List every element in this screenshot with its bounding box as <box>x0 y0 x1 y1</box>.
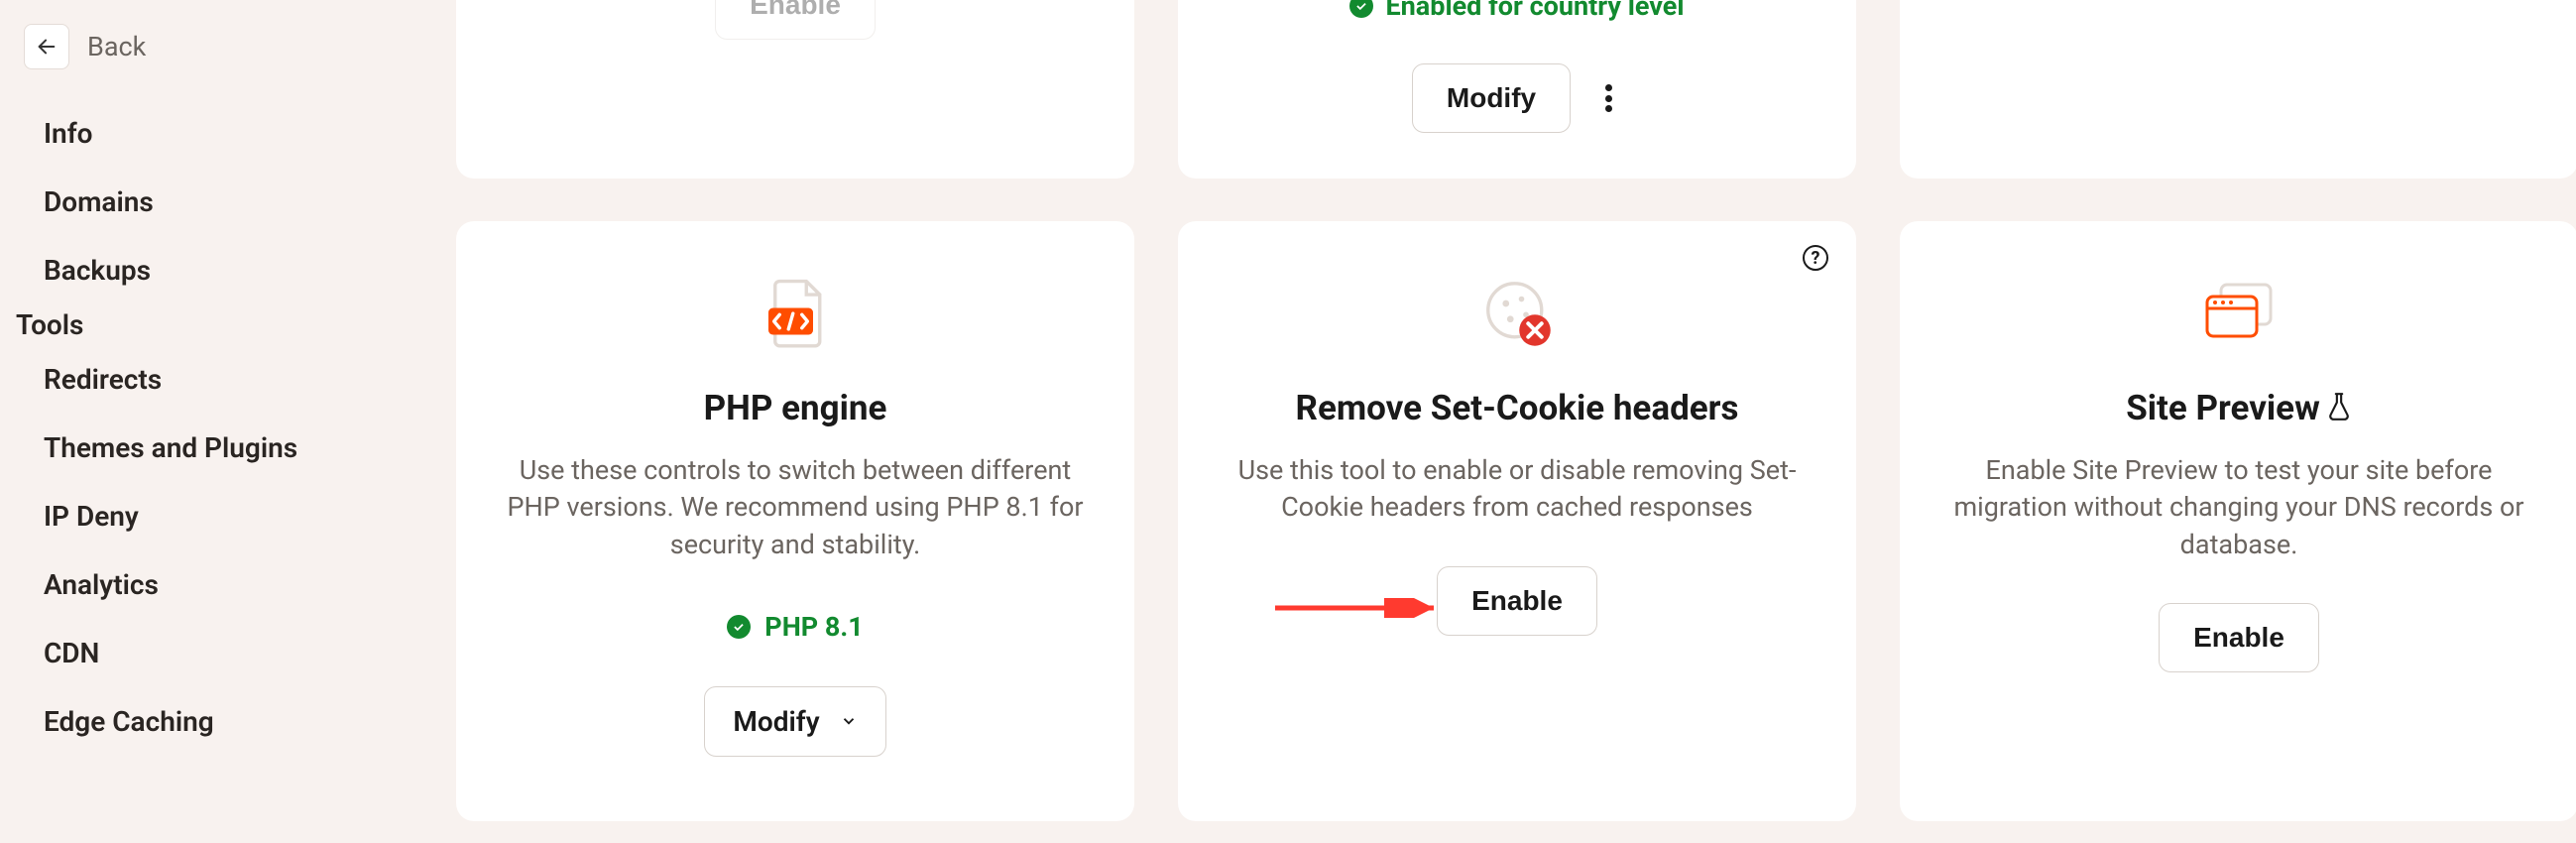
back-label: Back <box>87 31 146 62</box>
sidebar-item-ip-deny[interactable]: IP Deny <box>0 482 456 550</box>
remove-cookie-card: ? Remove Set-Cookie headers Use this too… <box>1178 221 1856 821</box>
sidebar-nav: Info Domains Backups Tools Redirects The… <box>0 99 456 756</box>
php-status: PHP 8.1 <box>727 611 863 643</box>
geolocation-status: Enabled for country level <box>1349 0 1684 22</box>
top-card-2-modify-button[interactable]: Modify <box>1412 63 1571 133</box>
sidebar-item-backups[interactable]: Backups <box>0 236 456 304</box>
chevron-down-icon <box>840 712 858 730</box>
back-row: Back <box>0 14 456 99</box>
sidebar-item-cdn[interactable]: CDN <box>0 619 456 687</box>
check-circle-icon <box>1349 0 1373 18</box>
remove-cookie-enable-button[interactable]: Enable <box>1437 566 1597 636</box>
php-engine-desc: Use these controls to switch between dif… <box>456 452 1134 563</box>
php-modify-dropdown[interactable]: Modify <box>704 686 885 757</box>
sidebar-item-analytics[interactable]: Analytics <box>0 550 456 619</box>
php-file-icon <box>760 277 831 348</box>
geolocation-status-text: Enabled for country level <box>1385 0 1684 22</box>
sidebar-item-tools[interactable]: Tools <box>16 308 440 341</box>
help-icon[interactable]: ? <box>1803 245 1828 271</box>
remove-cookie-desc: Use this tool to enable or disable remov… <box>1178 452 1856 527</box>
sidebar: Back Info Domains Backups Tools Redirect… <box>0 0 456 843</box>
site-preview-title-text: Site Preview <box>2126 388 2320 428</box>
site-preview-enable-button[interactable]: Enable <box>2159 603 2319 672</box>
top-card-2: Enabled for country level Modify <box>1178 0 1856 179</box>
top-card-3 <box>1900 0 2576 179</box>
sidebar-item-redirects[interactable]: Redirects <box>0 345 456 414</box>
site-preview-title: Site Preview <box>2126 388 2352 428</box>
more-menu-icon[interactable] <box>1594 84 1622 112</box>
sidebar-item-info[interactable]: Info <box>0 99 456 168</box>
php-engine-card: PHP engine Use these controls to switch … <box>456 221 1134 821</box>
site-preview-card: Site Preview Enable Site Preview to test… <box>1900 221 2576 821</box>
top-card-1-button[interactable]: Enable <box>715 0 876 40</box>
sidebar-item-domains[interactable]: Domains <box>0 168 456 236</box>
site-preview-desc: Enable Site Preview to test your site be… <box>1900 452 2576 563</box>
php-engine-title: PHP engine <box>704 388 887 428</box>
php-modify-label: Modify <box>733 705 819 738</box>
top-card-2-actions: Modify <box>1412 63 1622 133</box>
sidebar-item-themes-plugins[interactable]: Themes and Plugins <box>0 414 456 482</box>
arrow-left-icon <box>36 36 58 58</box>
sidebar-item-tools-wrap: Tools <box>16 308 440 341</box>
top-card-1: Enable <box>456 0 1134 179</box>
remove-cookie-title: Remove Set-Cookie headers <box>1296 388 1739 428</box>
check-circle-icon <box>727 615 751 639</box>
cards-area: Enable Enabled for country level Modify … <box>456 0 2576 843</box>
php-status-text: PHP 8.1 <box>764 611 863 643</box>
back-button[interactable] <box>24 24 69 69</box>
flask-icon <box>2326 392 2352 422</box>
browser-window-icon <box>2203 277 2275 348</box>
cookie-disabled-icon <box>1481 277 1553 348</box>
sidebar-item-edge-caching[interactable]: Edge Caching <box>0 687 456 756</box>
